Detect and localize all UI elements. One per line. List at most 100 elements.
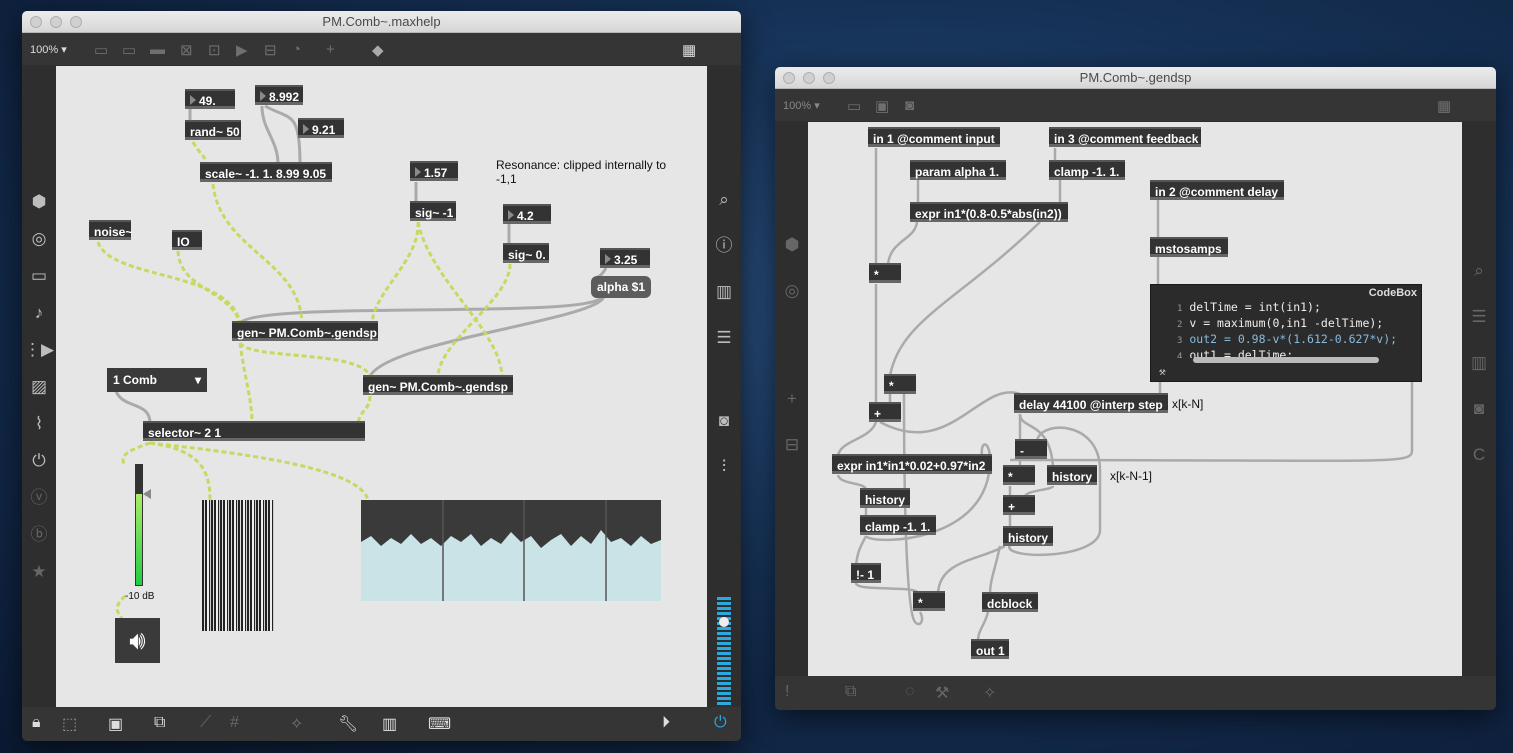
play-icon[interactable]: ⏵: [662, 714, 670, 732]
number-box[interactable]: 49.: [185, 89, 235, 109]
comb-menu[interactable]: 1 Comb ▾: [107, 368, 207, 392]
number-box[interactable]: 4.2: [503, 204, 551, 224]
vizzie-icon[interactable]: ⓥ: [22, 479, 56, 516]
comment-icon[interactable]: ▬: [150, 41, 165, 58]
mstosamps-object[interactable]: mstosamps: [1150, 237, 1228, 257]
gen-object-2[interactable]: gen~ PM.Comb~.gendsp: [363, 375, 513, 395]
close-button[interactable]: [783, 72, 795, 84]
button-icon[interactable]: ⊠: [180, 41, 193, 59]
lock-icon[interactable]: 🔒︎: [32, 714, 41, 732]
toggle-icon[interactable]: ⊡: [208, 41, 221, 59]
code-line[interactable]: 3 out2 = 0.98-v*(1.612-0.627*v);: [1177, 332, 1397, 348]
param-object[interactable]: param alpha 1.: [910, 160, 1006, 180]
snap-icon[interactable]: ✧: [983, 683, 996, 703]
keyboard-icon[interactable]: ⌨: [428, 714, 451, 734]
clamp-object[interactable]: clamp -1. 1.: [1049, 160, 1125, 180]
scale-object[interactable]: scale~ -1. 1. 8.99 9.05: [200, 162, 332, 182]
multiply-object[interactable]: *: [869, 263, 901, 283]
cube-icon[interactable]: ⬢: [775, 222, 809, 268]
slider-icon[interactable]: ⊟: [264, 41, 277, 59]
in3-object[interactable]: in 3 @comment feedback: [1049, 127, 1201, 147]
beap-icon[interactable]: ⓑ: [22, 516, 56, 553]
codebox[interactable]: CodeBox 1 delTime = int(in1); 2 v = maxi…: [1150, 284, 1422, 382]
in1-object[interactable]: in 1 @comment input: [868, 127, 1000, 147]
history-object[interactable]: history: [1047, 465, 1097, 485]
window-icon[interactable]: ⧉: [845, 683, 856, 701]
zoom-button[interactable]: [823, 72, 835, 84]
clamp-object[interactable]: clamp -1. 1.: [860, 515, 936, 535]
c-icon[interactable]: C: [1462, 432, 1496, 478]
target-icon[interactable]: ◎: [22, 220, 56, 257]
number-box[interactable]: 3.25: [600, 248, 650, 268]
minimize-button[interactable]: [803, 72, 815, 84]
number-box[interactable]: 8.992: [255, 85, 303, 105]
paperclip-icon[interactable]: ⌇: [22, 405, 56, 442]
multiply-object[interactable]: *: [884, 374, 916, 394]
piano-icon[interactable]: ▥: [382, 714, 397, 734]
hammer-icon[interactable]: ⚒: [935, 683, 949, 703]
rand-object[interactable]: rand~ 50: [185, 120, 241, 140]
object-palette-icon[interactable]: ▭: [94, 41, 108, 59]
object-icon[interactable]: ▭: [847, 97, 861, 115]
zoom-select[interactable]: 100% ▾: [783, 99, 820, 112]
search-icon[interactable]: ⌕: [707, 177, 741, 223]
multiply-object[interactable]: *: [913, 591, 945, 611]
level-meter[interactable]: [135, 464, 143, 586]
sequence-icon[interactable]: ⋮▶: [22, 331, 56, 368]
hammer-icon[interactable]: ⚒: [1159, 365, 1166, 378]
out1-object[interactable]: out 1: [971, 639, 1009, 659]
number-box[interactable]: 9.21: [298, 118, 344, 138]
paint-bucket-icon[interactable]: ◆: [372, 41, 384, 59]
minimize-button[interactable]: [50, 16, 62, 28]
alpha-message[interactable]: alpha $1: [591, 276, 652, 298]
io-object[interactable]: IO: [172, 230, 202, 250]
expr-object[interactable]: expr in1*(0.8-0.5*abs(in2)): [910, 202, 1068, 222]
volume-knob[interactable]: [719, 617, 729, 627]
search-icon[interactable]: ⌕: [1462, 248, 1496, 294]
add-object[interactable]: +: [869, 402, 901, 422]
window-icon[interactable]: ⧉: [154, 714, 165, 732]
exclamation-icon[interactable]: !: [785, 683, 789, 701]
number-box[interactable]: 1.57: [410, 161, 458, 181]
target-icon[interactable]: ◎: [775, 268, 809, 314]
sig-object[interactable]: sig~ 0.: [503, 243, 549, 263]
gen-object-1[interactable]: gen~ PM.Comb~.gendsp: [232, 321, 378, 341]
grid-view-icon[interactable]: ▦: [1437, 97, 1451, 115]
in2-object[interactable]: in 2 @comment delay: [1150, 180, 1284, 200]
info-icon[interactable]: ⓘ: [707, 223, 741, 269]
refresh-icon[interactable]: ◌: [905, 683, 915, 701]
zoom-select[interactable]: 100% ▾: [30, 43, 67, 56]
delay-object[interactable]: delay 44100 @interp step: [1014, 393, 1168, 413]
dac-speaker-button[interactable]: 🔊︎: [115, 618, 160, 663]
mixer-icon[interactable]: ⫶: [707, 444, 741, 490]
history-object[interactable]: history: [1003, 526, 1053, 546]
image-icon[interactable]: ▨: [22, 368, 56, 405]
collapse-icon[interactable]: ⊟: [775, 422, 809, 468]
camera-icon[interactable]: ◙: [1462, 386, 1496, 432]
add-object[interactable]: +: [1003, 495, 1035, 515]
list-icon[interactable]: ☰: [1462, 294, 1496, 340]
add-icon[interactable]: +: [775, 376, 809, 422]
noise-object[interactable]: noise~: [89, 220, 132, 240]
subtract-object[interactable]: -: [1015, 439, 1047, 459]
history-object[interactable]: history: [860, 488, 910, 508]
sig-object[interactable]: sig~ -1: [410, 201, 456, 221]
hide-cords-icon[interactable]: ⟋: [200, 714, 211, 732]
codebox-icon[interactable]: ▣: [875, 97, 889, 115]
close-button[interactable]: [30, 16, 42, 28]
number-icon[interactable]: ▶: [236, 41, 248, 59]
volume-meter[interactable]: [717, 595, 731, 705]
keyboard-icon[interactable]: ▭: [22, 257, 56, 294]
codebox-scrollbar[interactable]: [1193, 357, 1379, 363]
cube-icon[interactable]: ⬢: [22, 183, 56, 220]
book-icon[interactable]: ▥: [707, 269, 741, 315]
music-note-icon[interactable]: ♪: [22, 294, 56, 331]
comment-icon[interactable]: ◙: [905, 97, 914, 114]
dcblock-object[interactable]: dcblock: [982, 592, 1038, 612]
list-icon[interactable]: ☰: [707, 315, 741, 361]
camera-icon[interactable]: ◙: [707, 398, 741, 444]
grid-view-icon[interactable]: ▦: [682, 41, 696, 59]
not-minus-object[interactable]: !- 1: [851, 563, 881, 583]
book-icon[interactable]: ▥: [1462, 340, 1496, 386]
plug-icon[interactable]: ⏻: [22, 442, 56, 479]
